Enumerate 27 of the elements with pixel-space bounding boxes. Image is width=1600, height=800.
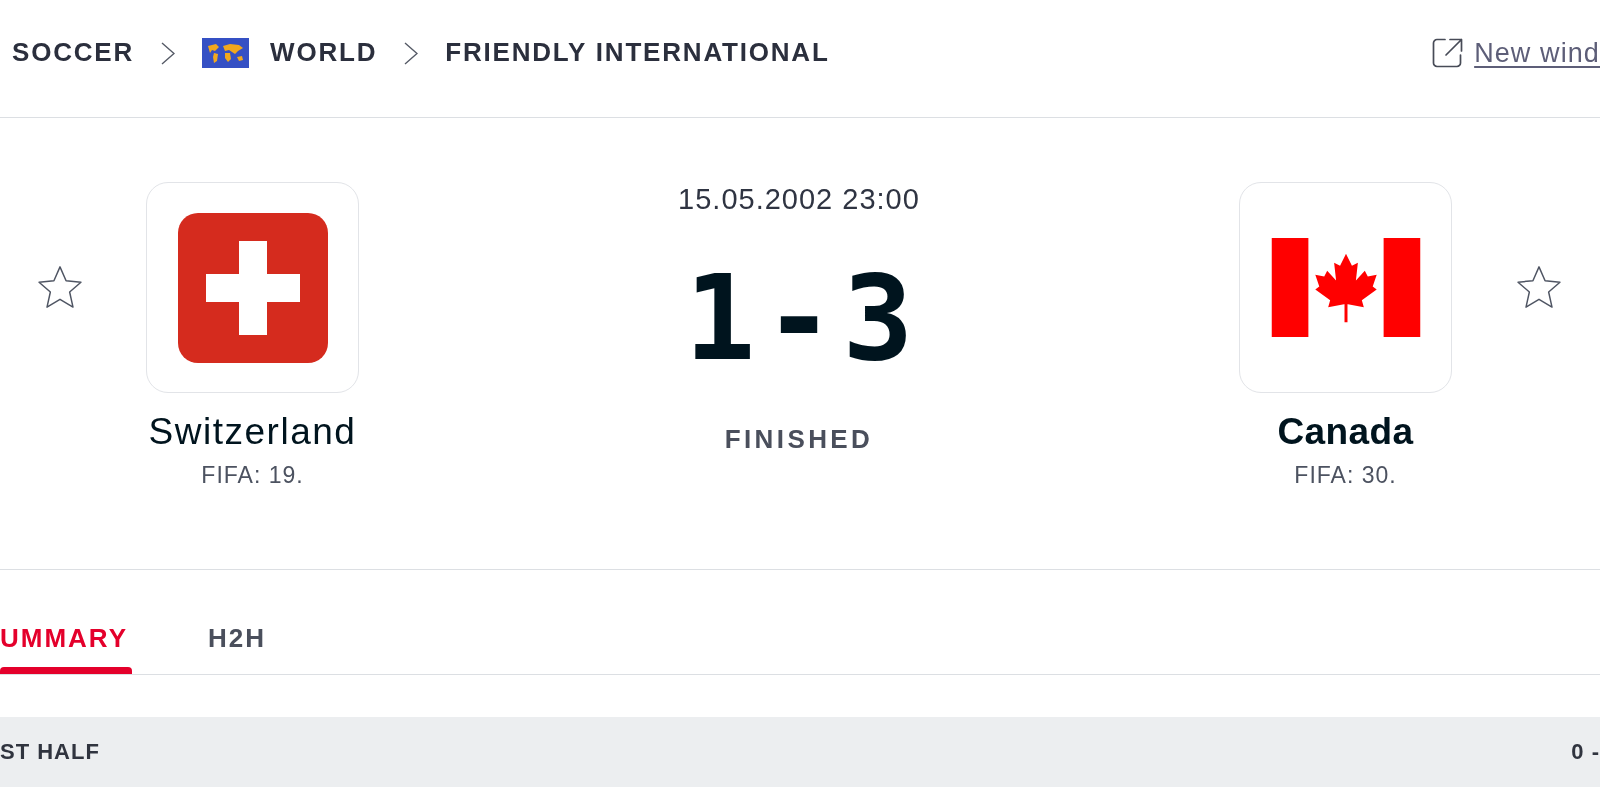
- match-status: FINISHED: [724, 423, 874, 455]
- external-link-icon: [1432, 38, 1464, 68]
- chevron-icon: [404, 41, 419, 65]
- swiss-flag-icon: [177, 212, 328, 363]
- away-score: 3: [842, 258, 914, 377]
- team-logo-tile[interactable]: [146, 182, 359, 393]
- period-score: 0 -: [1571, 738, 1600, 766]
- favorite-star-icon[interactable]: [38, 265, 82, 309]
- chevron-icon: [161, 41, 176, 65]
- team-logo-tile[interactable]: [1239, 182, 1452, 393]
- team-name[interactable]: Canada: [1277, 410, 1414, 455]
- breadcrumb-link[interactable]: SOCCER: [12, 37, 135, 69]
- match-datetime: 15.05.2002 23:00: [678, 182, 920, 217]
- fifa-rank: FIFA: 30.: [1294, 462, 1397, 490]
- breadcrumb-link[interactable]: WORLD: [270, 37, 378, 69]
- breadcrumb-link[interactable]: FRIENDLY INTERNATIONAL: [445, 37, 830, 69]
- score-separator: -: [763, 258, 835, 377]
- map-flag-icon: [202, 38, 250, 68]
- team-name[interactable]: Switzerland: [148, 410, 357, 455]
- fifa-rank: FIFA: 19.: [201, 462, 304, 490]
- new-window-link[interactable]: New wind: [1432, 36, 1600, 70]
- home-score: 1: [684, 258, 756, 377]
- canadian-flag-icon: [1270, 238, 1421, 337]
- tab[interactable]: H2H: [208, 570, 271, 674]
- tab[interactable]: UMMARY: [0, 570, 133, 674]
- period-label: ST HALF: [0, 738, 100, 766]
- favorite-star-icon[interactable]: [1517, 265, 1561, 309]
